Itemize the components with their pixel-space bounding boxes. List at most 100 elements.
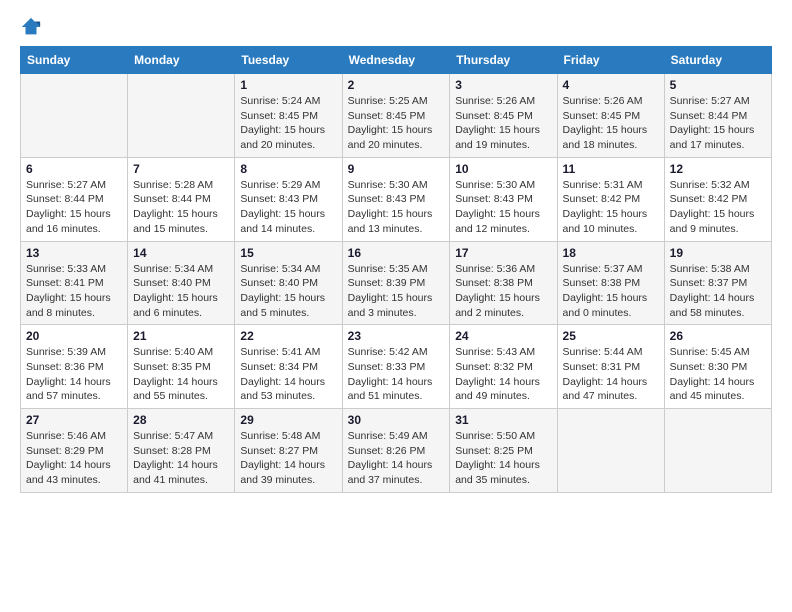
day-of-week-header: Tuesday <box>235 47 342 74</box>
day-number: 17 <box>455 246 551 260</box>
calendar-cell: 27Sunrise: 5:46 AM Sunset: 8:29 PM Dayli… <box>21 409 128 493</box>
calendar-cell: 31 Sunrise: 5:50 AM Sunset: 8:25 PM Dayli… <box>450 409 557 493</box>
day-info: Sunrise: 5:30 AM Sunset: 8:43 PM Dayligh… <box>455 178 551 237</box>
day-info: Sunrise: 5:39 AM Sunset: 8:36 PM Dayligh… <box>26 345 122 404</box>
day-info: Sunrise: 5:34 AM Sunset: 8:40 PM Dayligh… <box>133 262 229 321</box>
day-number: 1 <box>240 78 336 92</box>
day-info: Sunrise: 5:26 AM Sunset: 8:45 PM Dayligh… <box>563 94 659 153</box>
day-number: 5 <box>670 78 766 92</box>
day-info: Sunrise: 5:48 AM Sunset: 8:27 PM Dayligh… <box>240 429 336 488</box>
calendar-cell <box>557 409 664 493</box>
calendar-cell: 24 Sunrise: 5:43 AM Sunset: 8:32 PM Dayli… <box>450 325 557 409</box>
day-number: 3 <box>455 78 551 92</box>
day-of-week-header: Wednesday <box>342 47 450 74</box>
calendar-cell: 17 Sunrise: 5:36 AM Sunset: 8:38 PM Dayli… <box>450 241 557 325</box>
calendar-week-row: 27Sunrise: 5:46 AM Sunset: 8:29 PM Dayli… <box>21 409 772 493</box>
calendar-cell <box>664 409 771 493</box>
day-number: 26 <box>670 329 766 343</box>
day-info: Sunrise: 5:32 AM Sunset: 8:42 PM Dayligh… <box>670 178 766 237</box>
day-number: 16 <box>348 246 445 260</box>
day-info: Sunrise: 5:41 AM Sunset: 8:34 PM Dayligh… <box>240 345 336 404</box>
day-number: 21 <box>133 329 229 343</box>
day-number: 6 <box>26 162 122 176</box>
calendar-cell: 4 Sunrise: 5:26 AM Sunset: 8:45 PM Daylig… <box>557 74 664 158</box>
day-info: Sunrise: 5:33 AM Sunset: 8:41 PM Dayligh… <box>26 262 122 321</box>
day-info: Sunrise: 5:30 AM Sunset: 8:43 PM Dayligh… <box>348 178 445 237</box>
calendar-cell: 9Sunrise: 5:30 AM Sunset: 8:43 PM Daylig… <box>342 157 450 241</box>
calendar-header-row: SundayMondayTuesdayWednesdayThursdayFrid… <box>21 47 772 74</box>
day-info: Sunrise: 5:26 AM Sunset: 8:45 PM Dayligh… <box>455 94 551 153</box>
day-of-week-header: Friday <box>557 47 664 74</box>
calendar-cell: 26 Sunrise: 5:45 AM Sunset: 8:30 PM Dayli… <box>664 325 771 409</box>
calendar-cell: 8 Sunrise: 5:29 AM Sunset: 8:43 PM Daylig… <box>235 157 342 241</box>
calendar-cell: 13 Sunrise: 5:33 AM Sunset: 8:41 PM Dayli… <box>21 241 128 325</box>
calendar-cell: 1 Sunrise: 5:24 AM Sunset: 8:45 PM Daylig… <box>235 74 342 158</box>
day-number: 29 <box>240 413 336 427</box>
day-number: 19 <box>670 246 766 260</box>
day-number: 13 <box>26 246 122 260</box>
day-info: Sunrise: 5:27 AM Sunset: 8:44 PM Dayligh… <box>670 94 766 153</box>
day-number: 18 <box>563 246 659 260</box>
day-number: 22 <box>240 329 336 343</box>
day-info: Sunrise: 5:44 AM Sunset: 8:31 PM Dayligh… <box>563 345 659 404</box>
calendar-week-row: 20Sunrise: 5:39 AM Sunset: 8:36 PM Dayli… <box>21 325 772 409</box>
day-info: Sunrise: 5:36 AM Sunset: 8:38 PM Dayligh… <box>455 262 551 321</box>
calendar-cell: 6 Sunrise: 5:27 AM Sunset: 8:44 PM Daylig… <box>21 157 128 241</box>
calendar-cell: 20Sunrise: 5:39 AM Sunset: 8:36 PM Dayli… <box>21 325 128 409</box>
day-number: 10 <box>455 162 551 176</box>
day-info: Sunrise: 5:42 AM Sunset: 8:33 PM Dayligh… <box>348 345 445 404</box>
calendar-cell: 21Sunrise: 5:40 AM Sunset: 8:35 PM Dayli… <box>128 325 235 409</box>
day-info: Sunrise: 5:28 AM Sunset: 8:44 PM Dayligh… <box>133 178 229 237</box>
day-info: Sunrise: 5:27 AM Sunset: 8:44 PM Dayligh… <box>26 178 122 237</box>
day-number: 12 <box>670 162 766 176</box>
day-of-week-header: Sunday <box>21 47 128 74</box>
day-info: Sunrise: 5:38 AM Sunset: 8:37 PM Dayligh… <box>670 262 766 321</box>
day-info: Sunrise: 5:50 AM Sunset: 8:25 PM Dayligh… <box>455 429 551 488</box>
calendar-cell <box>128 74 235 158</box>
calendar-week-row: 1 Sunrise: 5:24 AM Sunset: 8:45 PM Daylig… <box>21 74 772 158</box>
calendar-cell: 7Sunrise: 5:28 AM Sunset: 8:44 PM Daylig… <box>128 157 235 241</box>
day-info: Sunrise: 5:29 AM Sunset: 8:43 PM Dayligh… <box>240 178 336 237</box>
day-info: Sunrise: 5:47 AM Sunset: 8:28 PM Dayligh… <box>133 429 229 488</box>
calendar-cell: 18Sunrise: 5:37 AM Sunset: 8:38 PM Dayli… <box>557 241 664 325</box>
page-header <box>20 16 772 38</box>
calendar-cell: 15 Sunrise: 5:34 AM Sunset: 8:40 PM Dayli… <box>235 241 342 325</box>
day-number: 24 <box>455 329 551 343</box>
calendar-cell: 19 Sunrise: 5:38 AM Sunset: 8:37 PM Dayli… <box>664 241 771 325</box>
day-of-week-header: Monday <box>128 47 235 74</box>
day-info: Sunrise: 5:25 AM Sunset: 8:45 PM Dayligh… <box>348 94 445 153</box>
day-number: 2 <box>348 78 445 92</box>
calendar-week-row: 13 Sunrise: 5:33 AM Sunset: 8:41 PM Dayli… <box>21 241 772 325</box>
day-number: 8 <box>240 162 336 176</box>
day-number: 31 <box>455 413 551 427</box>
day-number: 14 <box>133 246 229 260</box>
logo <box>20 16 44 38</box>
logo-icon <box>20 16 42 38</box>
calendar-cell: 11 Sunrise: 5:31 AM Sunset: 8:42 PM Dayli… <box>557 157 664 241</box>
calendar-cell: 30Sunrise: 5:49 AM Sunset: 8:26 PM Dayli… <box>342 409 450 493</box>
day-number: 15 <box>240 246 336 260</box>
day-number: 25 <box>563 329 659 343</box>
calendar-cell: 3 Sunrise: 5:26 AM Sunset: 8:45 PM Daylig… <box>450 74 557 158</box>
calendar-cell: 29 Sunrise: 5:48 AM Sunset: 8:27 PM Dayli… <box>235 409 342 493</box>
day-number: 28 <box>133 413 229 427</box>
day-number: 11 <box>563 162 659 176</box>
calendar-cell: 14 Sunrise: 5:34 AM Sunset: 8:40 PM Dayli… <box>128 241 235 325</box>
calendar-cell: 2 Sunrise: 5:25 AM Sunset: 8:45 PM Daylig… <box>342 74 450 158</box>
calendar-cell: 12 Sunrise: 5:32 AM Sunset: 8:42 PM Dayli… <box>664 157 771 241</box>
day-number: 4 <box>563 78 659 92</box>
day-info: Sunrise: 5:35 AM Sunset: 8:39 PM Dayligh… <box>348 262 445 321</box>
day-info: Sunrise: 5:24 AM Sunset: 8:45 PM Dayligh… <box>240 94 336 153</box>
day-number: 27 <box>26 413 122 427</box>
calendar-cell: 5 Sunrise: 5:27 AM Sunset: 8:44 PM Daylig… <box>664 74 771 158</box>
calendar-cell: 25 Sunrise: 5:44 AM Sunset: 8:31 PM Dayli… <box>557 325 664 409</box>
calendar-cell: 23Sunrise: 5:42 AM Sunset: 8:33 PM Dayli… <box>342 325 450 409</box>
calendar-cell: 10 Sunrise: 5:30 AM Sunset: 8:43 PM Dayli… <box>450 157 557 241</box>
day-info: Sunrise: 5:43 AM Sunset: 8:32 PM Dayligh… <box>455 345 551 404</box>
day-info: Sunrise: 5:49 AM Sunset: 8:26 PM Dayligh… <box>348 429 445 488</box>
calendar-cell: 16 Sunrise: 5:35 AM Sunset: 8:39 PM Dayli… <box>342 241 450 325</box>
calendar-cell: 22 Sunrise: 5:41 AM Sunset: 8:34 PM Dayli… <box>235 325 342 409</box>
day-info: Sunrise: 5:34 AM Sunset: 8:40 PM Dayligh… <box>240 262 336 321</box>
day-info: Sunrise: 5:31 AM Sunset: 8:42 PM Dayligh… <box>563 178 659 237</box>
day-info: Sunrise: 5:45 AM Sunset: 8:30 PM Dayligh… <box>670 345 766 404</box>
